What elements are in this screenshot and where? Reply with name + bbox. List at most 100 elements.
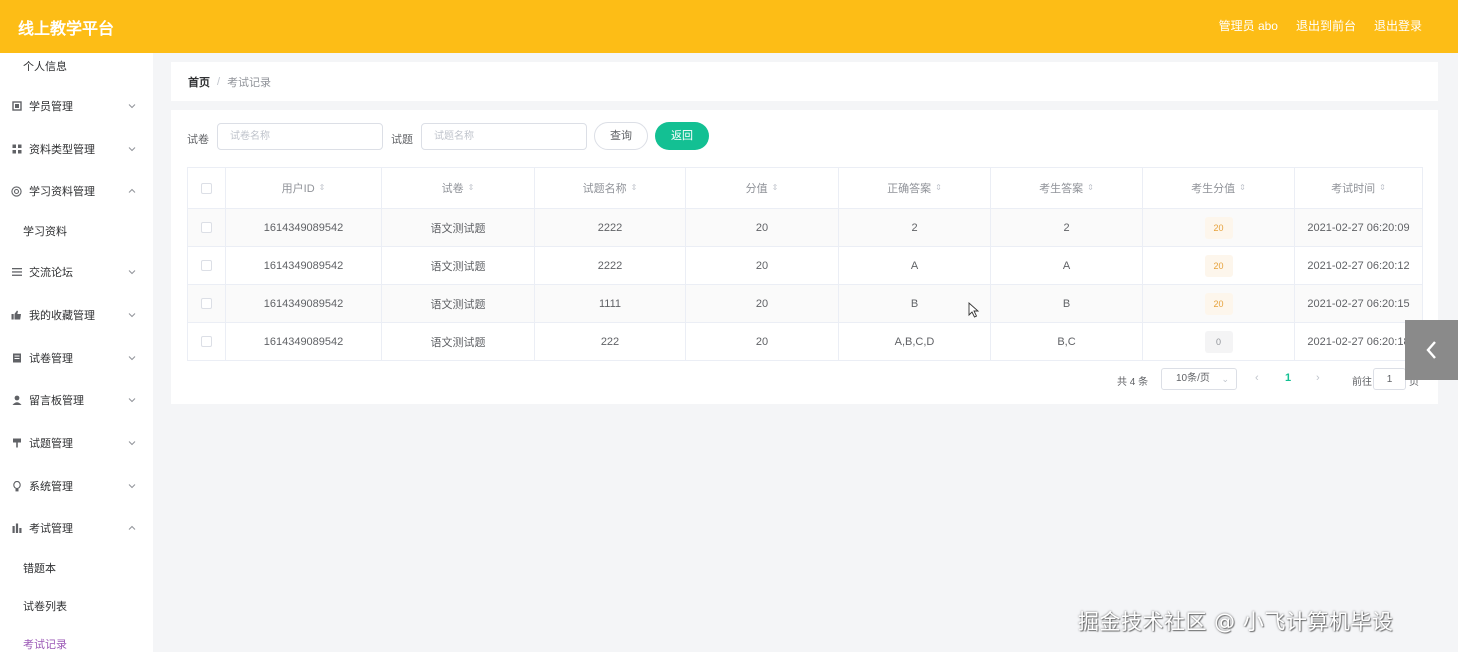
top-links: 管理员 abo 退出到前台 退出登录 (1219, 17, 1422, 34)
sidebar-item-system[interactable]: 系统管理 (0, 471, 153, 501)
cell-paper: 语文测试题 (382, 285, 535, 322)
table-row[interactable]: 1614349089542 语文测试题 222 20 A,B,C,D B,C 0 2021-0… (188, 323, 1423, 361)
column-header[interactable]: 试卷 ⇕ (382, 168, 535, 208)
goto-page-input[interactable] (1373, 368, 1406, 390)
sort-icon[interactable]: ⇕ (319, 184, 326, 192)
score-badge: 20 (1204, 254, 1233, 277)
column-header[interactable]: 试题名称 ⇕ (535, 168, 686, 208)
select-all-checkbox[interactable] (201, 182, 212, 194)
sidebar-item-label: 学习资料 (23, 226, 67, 238)
score-badge: 0 (1204, 330, 1233, 353)
sidebar-item-papers[interactable]: 试卷管理 (0, 343, 153, 373)
cell-exam-time: 2021-02-27 06:20:12 (1295, 247, 1423, 284)
row-checkbox[interactable] (201, 298, 212, 309)
cell-correct-answer-text: 2 (911, 221, 918, 234)
cell-score: 20 (686, 285, 839, 322)
column-header[interactable]: 正确答案 ⇕ (839, 168, 991, 208)
sidebar-item-label: 资料类型管理 (29, 144, 95, 156)
sidebar-item-exam-records[interactable]: 考试记录 (0, 631, 153, 652)
sidebar-item-study-material[interactable]: 学习资料 (0, 218, 153, 244)
cell-correct-answer: A,B,C,D (839, 323, 991, 360)
question-search-input[interactable] (421, 123, 587, 150)
cell-paper: 语文测试题 (382, 247, 535, 284)
sort-icon[interactable]: ⇕ (468, 184, 475, 192)
chevron-down-icon (128, 356, 136, 361)
cell-student-answer-text: B,C (1057, 335, 1076, 348)
cell-student-score: 20 (1143, 209, 1295, 246)
chevron-down-icon (128, 270, 136, 275)
cell-student-answer-text: A (1062, 259, 1071, 272)
logout-link[interactable]: 退出登录 (1374, 17, 1422, 34)
sidebar-item-label: 系统管理 (29, 481, 73, 493)
page-size-select[interactable]: 10条/页 ⌄ (1161, 368, 1237, 390)
next-page-button[interactable]: › (1316, 372, 1320, 384)
cell-student-score: 0 (1143, 323, 1295, 360)
sidebar-item-label: 考试记录 (23, 639, 67, 651)
breadcrumb: 首页 / 考试记录 (171, 62, 1438, 101)
sidebar-item-paper-list[interactable]: 试卷列表 (0, 593, 153, 619)
breadcrumb-home[interactable]: 首页 (188, 74, 210, 90)
admin-user-link[interactable]: 管理员 abo (1219, 17, 1278, 34)
cell-user-id: 1614349089542 (226, 285, 382, 322)
sidebar-item-profile[interactable]: 个人信息 (0, 53, 153, 79)
question-filter-label: 试题 (391, 134, 413, 146)
total-count: 共 4 条 (1117, 377, 1149, 388)
sidebar-item-label: 交流论坛 (29, 267, 73, 279)
cell-student-answer: B (991, 285, 1143, 322)
column-header[interactable]: 分值 ⇕ (686, 168, 839, 208)
sidebar-item-wrong-questions[interactable]: 错题本 (0, 555, 153, 581)
query-button[interactable]: 查询 (594, 122, 648, 150)
cell-correct-answer: 2 (839, 209, 991, 246)
sidebar-item-forum[interactable]: 交流论坛 (0, 257, 153, 287)
cell-user-id-text: 1614349089542 (263, 335, 344, 348)
main-panel: 试卷 试题 查询 返回 用户ID⇕ 试卷⇕ 试题名称⇕ 分值⇕ 正确答案⇕ 考生… (171, 110, 1438, 404)
sidebar: 个人信息 学员管理 资料类型管理 学习资料管理 学习资料 交流论坛 我的收藏管理… (0, 53, 153, 652)
collapse-panel-button[interactable] (1405, 320, 1458, 380)
bulb-icon (11, 480, 22, 492)
sidebar-item-label: 试卷列表 (23, 601, 67, 613)
prev-page-button[interactable]: ‹ (1255, 372, 1259, 384)
sort-icon[interactable]: ⇕ (772, 184, 779, 192)
table-row[interactable]: 1614349089542 语文测试题 2222 20 A A 20 2021-02-27 0… (188, 247, 1423, 285)
exit-to-front-link[interactable]: 退出到前台 (1296, 17, 1356, 34)
select-all-cell (188, 168, 226, 208)
sidebar-item-material-types[interactable]: 资料类型管理 (0, 134, 153, 164)
sort-icon[interactable]: ⇕ (935, 184, 942, 192)
cell-score-text: 20 (755, 221, 769, 234)
row-checkbox[interactable] (201, 222, 212, 233)
grid-icon (11, 144, 22, 155)
column-header[interactable]: 考生答案 ⇕ (991, 168, 1143, 208)
table-row[interactable]: 1614349089542 语文测试题 1111 20 B B 20 2021-02-27 0… (188, 285, 1423, 323)
sidebar-item-exams[interactable]: 考试管理 (0, 513, 153, 543)
sort-icon[interactable]: ⇕ (631, 184, 638, 192)
chevron-down-icon (128, 398, 136, 403)
sort-icon[interactable]: ⇕ (1087, 184, 1094, 192)
back-button[interactable]: 返回 (655, 122, 709, 150)
sidebar-item-favorites[interactable]: 我的收藏管理 (0, 300, 153, 330)
sidebar-item-study-materials[interactable]: 学习资料管理 (0, 176, 153, 206)
row-checkbox[interactable] (201, 336, 212, 347)
cell-score: 20 (686, 323, 839, 360)
column-header[interactable]: 用户ID ⇕ (226, 168, 382, 208)
column-header-label: 分值 (745, 183, 768, 195)
breadcrumb-current: 考试记录 (227, 76, 272, 89)
cell-correct-answer-text: A (910, 259, 919, 272)
sidebar-item-students[interactable]: 学员管理 (0, 91, 153, 121)
page-number-current[interactable]: 1 (1285, 372, 1291, 384)
table-row[interactable]: 1614349089542 语文测试题 2222 20 2 2 20 2021-02-27 0… (188, 209, 1423, 247)
chevron-down-icon (128, 104, 136, 109)
column-header[interactable]: 考试时间 ⇕ (1295, 168, 1423, 208)
cell-correct-answer-text: A,B,C,D (894, 335, 935, 348)
sidebar-item-label: 错题本 (23, 563, 56, 575)
paper-search-input[interactable] (217, 123, 383, 150)
cell-student-answer: A (991, 247, 1143, 284)
column-header[interactable]: 考生分值 ⇕ (1143, 168, 1295, 208)
sort-icon[interactable]: ⇕ (1239, 184, 1246, 192)
row-checkbox[interactable] (201, 260, 212, 271)
list-icon (11, 267, 22, 278)
sidebar-item-label: 学员管理 (29, 101, 73, 113)
cell-exam-time-text: 2021-02-27 06:20:09 (1307, 221, 1410, 234)
sort-icon[interactable]: ⇕ (1379, 184, 1386, 192)
sidebar-item-questions[interactable]: 试题管理 (0, 428, 153, 458)
sidebar-item-message-board[interactable]: 留言板管理 (0, 385, 153, 415)
